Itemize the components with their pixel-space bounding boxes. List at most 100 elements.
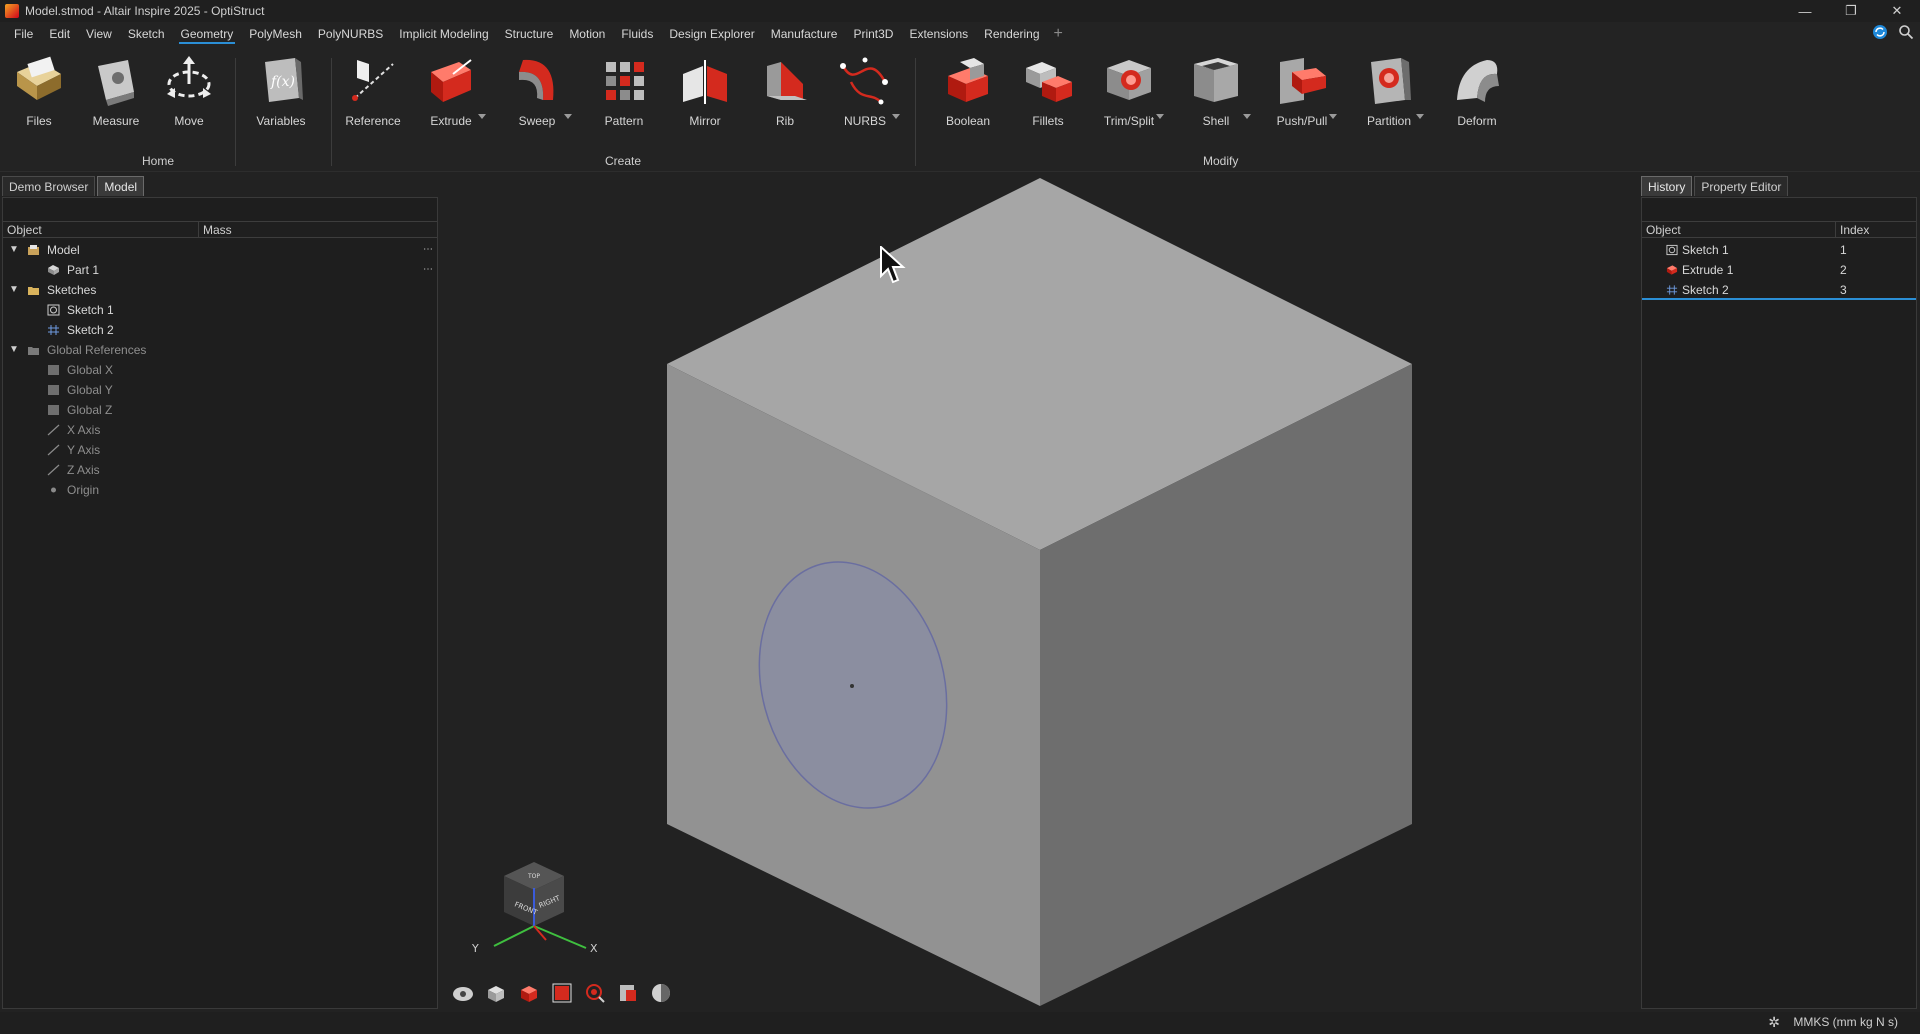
show-hide-icon[interactable] — [485, 982, 507, 1004]
mirror-tool[interactable]: Mirror — [668, 52, 742, 128]
tree-row-z-axis[interactable]: Z Axis — [3, 460, 437, 480]
shell-tool[interactable]: Shell — [1179, 52, 1253, 128]
tree-row-sketch-1[interactable]: Sketch 1 — [3, 300, 437, 320]
tree-row-global-x[interactable]: Global X — [3, 360, 437, 380]
sweep-tool[interactable]: Sweep — [500, 52, 574, 128]
push-pull-icon — [1274, 52, 1330, 108]
menu-view[interactable]: View — [78, 22, 120, 46]
tree-row-global-references[interactable]: ▼ Global References — [3, 340, 437, 360]
section-cut-icon[interactable] — [518, 982, 540, 1004]
tree-row-x-axis[interactable]: X Axis — [3, 420, 437, 440]
create-group-label: Create — [605, 154, 642, 168]
model-canvas[interactable] — [440, 172, 1638, 1012]
menu-edit[interactable]: Edit — [41, 22, 78, 46]
shell-dropdown-icon[interactable] — [1243, 114, 1251, 119]
partition-tool[interactable]: Partition — [1352, 52, 1426, 128]
zoom-fit-icon[interactable] — [584, 982, 606, 1004]
add-ribbon-icon[interactable]: + — [1048, 25, 1069, 43]
clipping-box-icon[interactable] — [551, 982, 573, 1004]
history-row-sketch-1[interactable]: Sketch 1 1 — [1642, 240, 1916, 260]
partition-dropdown-icon[interactable] — [1416, 114, 1424, 119]
column-mass[interactable]: Mass — [199, 222, 437, 237]
extrude-label: Extrude — [430, 114, 472, 128]
variables-glyph: f(x) — [270, 74, 295, 90]
tree-row-part-1[interactable]: Part 1 ⋯ — [3, 260, 437, 280]
tab-history[interactable]: History — [1641, 176, 1693, 196]
extrude-dropdown-icon[interactable] — [478, 114, 486, 119]
menu-polymesh[interactable]: PolyMesh — [241, 22, 310, 46]
menu-design-explorer[interactable]: Design Explorer — [661, 22, 762, 46]
pattern-icon — [596, 52, 652, 108]
move-tool[interactable]: Move — [152, 52, 226, 128]
render-mode-icon[interactable] — [650, 982, 672, 1004]
nurbs-tool[interactable]: NURBS — [828, 52, 902, 128]
menu-manufacture[interactable]: Manufacture — [763, 22, 846, 46]
view-cube[interactable]: FRONT RIGHT TOP X Y — [466, 858, 606, 958]
menu-geometry[interactable]: Geometry — [173, 22, 242, 46]
sweep-dropdown-icon[interactable] — [564, 114, 572, 119]
menu-print3d[interactable]: Print3D — [845, 22, 901, 46]
menu-structure[interactable]: Structure — [497, 22, 562, 46]
sync-icon[interactable] — [1872, 24, 1888, 40]
reference-tool[interactable]: Reference — [336, 52, 410, 128]
files-tool[interactable]: Files — [2, 52, 76, 128]
tree-row-model[interactable]: ▼ Model ⋯ — [3, 240, 437, 260]
settings-gear-icon[interactable]: ✲ — [1768, 1014, 1780, 1031]
trim-split-tool[interactable]: Trim/Split — [1092, 52, 1166, 128]
tab-demo-browser[interactable]: Demo Browser — [2, 176, 96, 196]
menu-rendering[interactable]: Rendering — [976, 22, 1047, 46]
history-row-sketch-2[interactable]: Sketch 2 3 — [1642, 280, 1916, 300]
tree-row-global-z[interactable]: Global Z — [3, 400, 437, 420]
modeling-viewport[interactable] — [440, 172, 1638, 1012]
partition-icon — [1361, 52, 1417, 108]
row-menu-icon[interactable]: ⋯ — [423, 240, 433, 260]
expand-arrow-icon[interactable]: ▼ — [9, 240, 19, 260]
measure-tool[interactable]: Measure — [79, 52, 153, 128]
column-object[interactable]: Object — [1642, 222, 1836, 237]
history-row-extrude-1[interactable]: Extrude 1 2 — [1642, 260, 1916, 280]
menu-polynurbs[interactable]: PolyNURBS — [310, 22, 391, 46]
push-pull-dropdown-icon[interactable] — [1329, 114, 1337, 119]
menu-sketch[interactable]: Sketch — [120, 22, 173, 46]
tree-row-global-y[interactable]: Global Y — [3, 380, 437, 400]
pattern-tool[interactable]: Pattern — [587, 52, 661, 128]
tree-row-y-axis[interactable]: Y Axis — [3, 440, 437, 460]
menu-implicit-modeling[interactable]: Implicit Modeling — [391, 22, 496, 46]
menu-fluids[interactable]: Fluids — [613, 22, 661, 46]
menu-motion[interactable]: Motion — [561, 22, 613, 46]
push-pull-tool[interactable]: Push/Pull — [1265, 52, 1339, 128]
deform-tool[interactable]: Deform — [1440, 52, 1514, 128]
row-menu-icon[interactable]: ⋯ — [423, 260, 433, 280]
expand-arrow-icon[interactable]: ▼ — [9, 340, 19, 360]
maximize-button[interactable]: ❐ — [1828, 0, 1874, 22]
reference-label: Reference — [345, 114, 401, 128]
measure-icon — [88, 52, 144, 108]
tree-row-sketch-2[interactable]: Sketch 2 — [3, 320, 437, 340]
sketch-center-point[interactable] — [850, 684, 854, 688]
expand-arrow-icon[interactable]: ▼ — [9, 280, 19, 300]
tree-row-origin[interactable]: Origin — [3, 480, 437, 500]
extrude-icon — [1666, 265, 1678, 275]
rib-tool[interactable]: Rib — [748, 52, 822, 128]
menu-file[interactable]: File — [6, 22, 41, 46]
column-object[interactable]: Object — [3, 222, 199, 237]
extrude-tool[interactable]: Extrude — [414, 52, 488, 128]
search-icon[interactable] — [1898, 24, 1914, 40]
tree-row-sketches[interactable]: ▼ Sketches — [3, 280, 437, 300]
column-index[interactable]: Index — [1836, 222, 1916, 237]
tab-model[interactable]: Model — [97, 176, 145, 196]
menu-extensions[interactable]: Extensions — [901, 22, 976, 46]
units-selector[interactable]: MMKS (mm kg N s) — [1793, 1015, 1898, 1029]
close-button[interactable]: ✕ — [1874, 0, 1920, 22]
tab-property-editor[interactable]: Property Editor — [1694, 176, 1789, 196]
fillets-icon — [1020, 52, 1076, 108]
measure-view-icon[interactable] — [617, 982, 639, 1004]
variables-tool[interactable]: f(x) Variables — [244, 52, 318, 128]
fillets-tool[interactable]: Fillets — [1011, 52, 1085, 128]
viewcube-top-label[interactable]: TOP — [527, 873, 540, 880]
minimize-button[interactable]: — — [1782, 0, 1828, 22]
view-style-icon[interactable] — [452, 982, 474, 1004]
trim-split-dropdown-icon[interactable] — [1156, 114, 1164, 119]
boolean-tool[interactable]: Boolean — [931, 52, 1005, 128]
nurbs-dropdown-icon[interactable] — [892, 114, 900, 119]
